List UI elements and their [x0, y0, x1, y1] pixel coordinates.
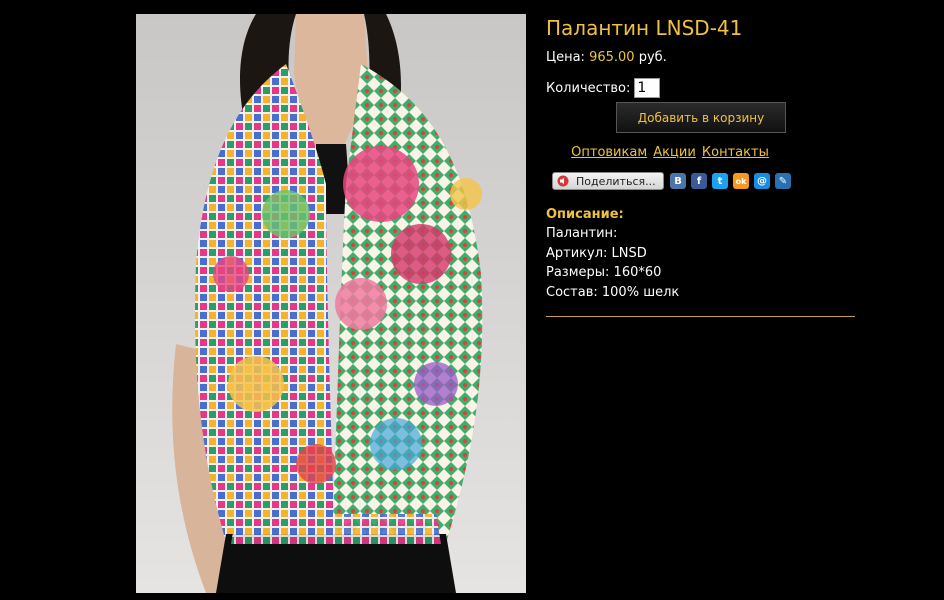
- scarf-photo-illustration: [136, 14, 526, 593]
- product-title: Палантин LNSD-41: [546, 16, 743, 40]
- quantity-row: Количество:: [546, 77, 856, 99]
- price-row: Цена: 965.00 руб.: [546, 50, 856, 66]
- description-line: Размеры: 160*60: [546, 265, 662, 280]
- quantity-label: Количество:: [546, 80, 631, 96]
- promos-link[interactable]: Акции: [653, 145, 696, 160]
- speaker-icon: [557, 175, 569, 187]
- info-links: Оптовикам Акции Контакты: [546, 145, 794, 160]
- share-button[interactable]: Поделиться...: [552, 172, 664, 190]
- contacts-link[interactable]: Контакты: [702, 145, 769, 160]
- share-button-label: Поделиться...: [576, 174, 656, 188]
- add-to-cart-button[interactable]: Добавить в корзину: [616, 102, 786, 133]
- description-line: Артикул: LNSD: [546, 245, 647, 261]
- price-label: Цена:: [546, 50, 585, 65]
- facebook-icon[interactable]: f: [691, 173, 707, 189]
- price-value: 965.00: [589, 50, 635, 65]
- quantity-input[interactable]: [634, 78, 661, 98]
- odnoklassniki-icon[interactable]: ok: [733, 173, 749, 189]
- cart-row: Добавить в корзину: [546, 102, 856, 133]
- social-icons: В f t ok @ ✎: [670, 173, 796, 189]
- wholesale-link[interactable]: Оптовикам: [571, 145, 647, 160]
- twitter-icon[interactable]: t: [712, 173, 728, 189]
- description-line: Палантин:: [546, 226, 618, 241]
- price-currency: руб.: [638, 50, 667, 65]
- mail-ru-icon[interactable]: @: [754, 173, 770, 189]
- vkontakte-icon[interactable]: В: [670, 173, 686, 189]
- divider: [546, 316, 855, 317]
- product-photo[interactable]: [136, 14, 526, 593]
- product-info: Палантин LNSD-41 Цена: 965.00 руб. Колич…: [546, 14, 856, 317]
- description-line: Состав: 100% шелк: [546, 284, 680, 300]
- share-row: Поделиться... В f t ok @ ✎: [546, 172, 856, 190]
- product-page: Палантин LNSD-41 Цена: 965.00 руб. Колич…: [0, 0, 944, 600]
- description-heading: Описание:: [546, 207, 624, 222]
- livejournal-icon[interactable]: ✎: [775, 173, 791, 189]
